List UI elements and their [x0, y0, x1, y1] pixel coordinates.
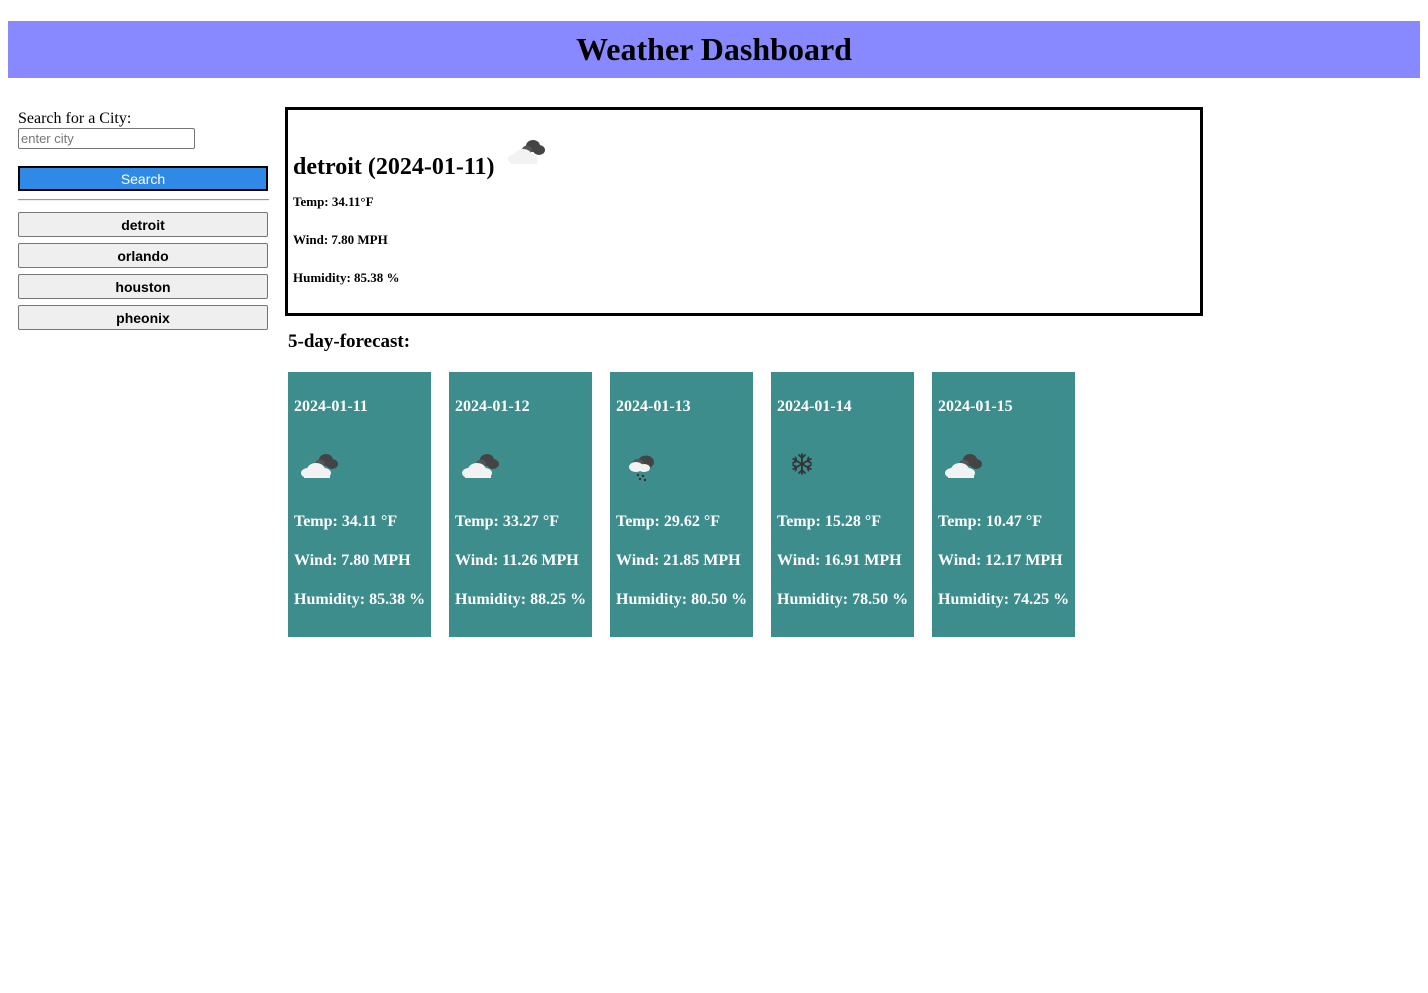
city-search-input[interactable]	[18, 128, 195, 149]
forecast-card: 2024-01-11 Temp: 34.11 °F Wind: 7.80 MPH…	[288, 372, 431, 637]
forecast-temp: Temp: 34.11 °F	[294, 513, 398, 530]
history-button-orlando[interactable]: orlando	[18, 243, 268, 268]
current-temp: Temp: 34.11°F	[293, 194, 374, 209]
search-label: Search for a City:	[18, 110, 132, 127]
sidebar: Search for a City: Search detroit orland…	[18, 110, 270, 336]
forecast-temp: Temp: 33.27 °F	[455, 513, 560, 530]
forecast-temp: Temp: 10.47 °F	[938, 513, 1043, 530]
forecast-card: 2024-01-13 Temp: 29.62 °F Wind: 21.85 MP…	[610, 372, 753, 637]
forecast-card: 2024-01-15 Temp: 10.47 °F Wind: 12.17 MP…	[932, 372, 1075, 637]
forecast-date: 2024-01-14	[777, 398, 852, 415]
forecast-date: 2024-01-15	[938, 398, 1013, 415]
cloudy-icon	[462, 454, 499, 478]
forecast-wind: Wind: 16.91 MPH	[777, 552, 902, 569]
forecast-heading: 5-day-forecast:	[288, 331, 411, 352]
forecast-temp: Temp: 29.62 °F	[616, 513, 721, 530]
cloudy-icon	[301, 454, 338, 478]
forecast-humidity: Humidity: 80.50 %	[616, 591, 748, 608]
forecast-date: 2024-01-11	[294, 398, 368, 415]
forecast-temp: Temp: 15.28 °F	[777, 513, 882, 530]
cloudy-icon	[945, 454, 982, 478]
current-wind: Wind: 7.80 MPH	[293, 232, 388, 247]
forecast-card: 2024-01-12 Temp: 33.27 °F Wind: 11.26 MP…	[449, 372, 592, 637]
forecast-date: 2024-01-13	[616, 398, 691, 415]
search-history: detroit orlando houston pheonix	[18, 212, 270, 330]
forecast-humidity: Humidity: 78.50 %	[777, 591, 909, 608]
current-city-title: detroit (2024-01-11)	[293, 154, 495, 180]
current-humidity: Humidity: 85.38 %	[293, 270, 400, 285]
history-button-houston[interactable]: houston	[18, 274, 268, 299]
forecast-wind: Wind: 21.85 MPH	[616, 552, 741, 569]
history-button-pheonix[interactable]: pheonix	[18, 305, 268, 330]
snow-cloud-icon	[629, 455, 654, 482]
snowflake-icon	[792, 453, 812, 475]
history-button-detroit[interactable]: detroit	[18, 212, 268, 237]
forecast-humidity: Humidity: 74.25 %	[938, 591, 1070, 608]
forecast-humidity: Humidity: 85.38 %	[294, 591, 426, 608]
page-title: Weather Dashboard	[576, 31, 852, 67]
sidebar-divider	[18, 199, 269, 201]
forecast-wind: Wind: 11.26 MPH	[455, 552, 579, 569]
cloudy-icon	[507, 140, 545, 164]
page-header: Weather Dashboard	[8, 21, 1420, 78]
forecast-wind: Wind: 7.80 MPH	[294, 552, 411, 569]
search-button[interactable]: Search	[18, 166, 268, 191]
forecast-card: 2024-01-14 Temp: 15.28 °F Wind: 16.91 MP…	[771, 372, 914, 637]
current-weather-panel: detroit (2024-01-11) Temp: 34.11°F Wind:…	[285, 107, 1203, 316]
forecast-humidity: Humidity: 88.25 %	[455, 591, 587, 608]
forecast-row: 2024-01-11 Temp: 34.11 °F Wind: 7.80 MPH…	[288, 372, 1075, 637]
forecast-date: 2024-01-12	[455, 398, 530, 415]
forecast-wind: Wind: 12.17 MPH	[938, 552, 1063, 569]
